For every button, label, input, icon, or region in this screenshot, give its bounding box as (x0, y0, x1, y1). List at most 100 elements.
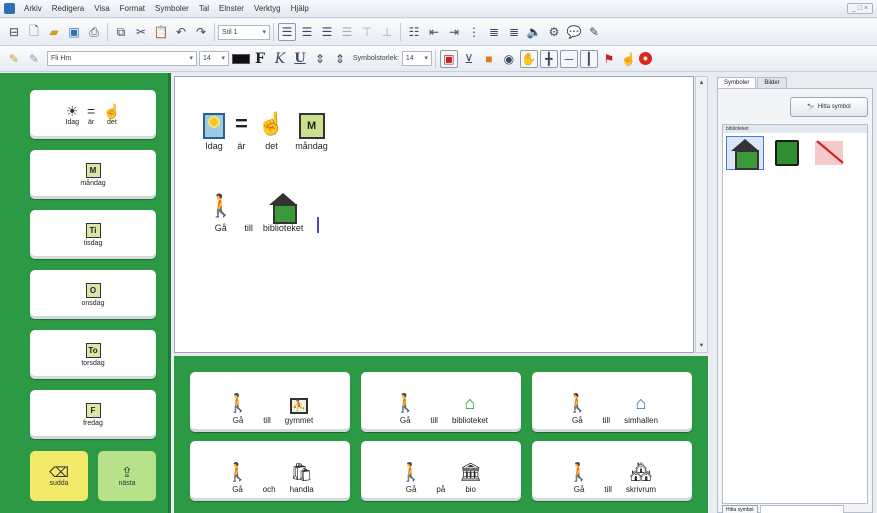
menu-redigera[interactable]: Redigera (47, 4, 89, 13)
editor-word-idag[interactable]: Idag (203, 105, 225, 151)
align-top-icon[interactable]: ⊤ (358, 23, 376, 41)
text-above-icon[interactable]: ≣ (505, 23, 523, 41)
frame-icon[interactable]: ▣ (439, 49, 458, 68)
pencil-icon[interactable]: ✎ (25, 50, 43, 68)
open-folder-icon[interactable]: ▰ (45, 23, 63, 41)
editor-word-mandag[interactable]: M måndag (295, 105, 328, 151)
menu-symboler[interactable]: Symboler (150, 4, 194, 13)
italic-button[interactable]: K (271, 50, 289, 68)
hand-icon[interactable]: ✋ (519, 49, 538, 68)
symbol-search-input[interactable] (759, 505, 844, 513)
phrase-word: ⛹ gymmet (285, 390, 313, 425)
menu-verktyg[interactable]: Verktyg (249, 4, 286, 13)
align-center-icon[interactable]: ☰ (298, 23, 316, 41)
underline-button[interactable]: U (291, 50, 309, 68)
save-icon[interactable]: ▣ (65, 23, 83, 41)
editor-word-biblioteket[interactable]: biblioteket (263, 187, 303, 233)
toggle-symbol-icon[interactable]: ◉ (500, 50, 518, 68)
grid-icon[interactable]: ╋ (539, 49, 558, 68)
color-symbols-icon[interactable]: ■ (480, 50, 498, 68)
window-controls[interactable]: _ □ × (847, 3, 873, 14)
phrase-word-text: Gå (405, 485, 417, 494)
redo-icon[interactable]: ↷ (192, 23, 210, 41)
style-combo[interactable]: Stil 1 ▾ (218, 24, 270, 40)
phrase-card-bio[interactable]: 🚶 Gå på 🏛 bio (361, 441, 521, 501)
card-idag-ar-det[interactable]: ☀ Idag = är ☝ det (30, 90, 156, 139)
card-torsdag[interactable]: To torsdag (30, 330, 156, 379)
phrase-card-biblioteket[interactable]: 🚶 Gå till ⌂ biblioteket (361, 372, 521, 432)
menu-visa[interactable]: Visa (89, 4, 114, 13)
bullet-list-icon[interactable]: ☷ (405, 23, 423, 41)
speech-bubble-icon[interactable]: 💬 (565, 23, 583, 41)
text-color-swatch[interactable] (232, 53, 250, 64)
shopping-icon: 🛍 (290, 462, 314, 482)
phrase-card-skrivrum[interactable]: 🚶 Gå till 🏘 skrivrum (532, 441, 692, 501)
flag-icon[interactable]: ⚑ (600, 50, 618, 68)
erase-button[interactable]: ⌫ sudda (30, 451, 88, 501)
align-left-icon[interactable]: ☰ (278, 23, 296, 41)
menu-fonster[interactable]: Elnster (214, 4, 249, 13)
gear-icon[interactable]: ⚙ (545, 23, 563, 41)
align-bottom-icon[interactable]: ⊥ (378, 23, 396, 41)
phrase-card-simhallen[interactable]: 🚶 Gå till ⌂ simhallen (532, 372, 692, 432)
phrase-word: och (263, 459, 276, 494)
tab-symboler[interactable]: Symboler (717, 77, 757, 88)
symbol-option-none[interactable] (810, 136, 848, 170)
phrase-word-text: på (436, 485, 446, 494)
friday-icon: F (85, 402, 101, 418)
menu-hjalp[interactable]: Hjälp (286, 4, 314, 13)
menu-arkiv[interactable]: Arkiv (19, 4, 47, 13)
symbol-size-small-icon[interactable]: ⇕ (331, 50, 349, 68)
editor-word-till[interactable]: till (244, 187, 253, 233)
font-family-combo[interactable]: Fli Hm ▾ (47, 51, 197, 66)
phrase-word: 🚶 Gå (227, 390, 249, 425)
editor-word-det[interactable]: ☝ det (258, 105, 285, 151)
editor-scrollbar[interactable]: ▲ ▼ (695, 76, 708, 353)
line-icon[interactable]: ─ (559, 49, 578, 68)
menu-tal[interactable]: Tal (194, 4, 214, 13)
editor-word-text: Idag (205, 141, 223, 151)
outdent-icon[interactable]: ⇤ (425, 23, 443, 41)
card-tisdag[interactable]: Ti tisdag (30, 210, 156, 259)
tab-bilder[interactable]: Bilder (757, 77, 787, 88)
phrase-card-handla[interactable]: 🚶 Gå och 🛍 handla (190, 441, 350, 501)
indent-icon[interactable]: ⇥ (445, 23, 463, 41)
sign-language-icon[interactable]: ☝ (620, 50, 638, 68)
menu-format[interactable]: Format (115, 4, 150, 13)
phrase-card-gymmet[interactable]: 🚶 Gå till ⛹ gymmet (190, 372, 350, 432)
undo-icon[interactable]: ↶ (172, 23, 190, 41)
scroll-up-icon[interactable]: ▲ (696, 77, 707, 89)
print-icon[interactable]: ⎙ (85, 23, 103, 41)
footer-find-button[interactable]: Hitta symbol (722, 505, 758, 513)
document-editor[interactable]: Idag = är ☝ det M måndag 🚶 Gå till bibli… (174, 76, 694, 353)
symbol-option-library[interactable] (726, 136, 764, 170)
card-fredag[interactable]: F fredag (30, 390, 156, 439)
symbol-size-combo[interactable]: 14 ▾ (401, 51, 432, 66)
editor-word-ga[interactable]: 🚶 Gå (207, 187, 234, 233)
pen-icon[interactable]: ✎ (585, 23, 603, 41)
speaker-icon[interactable]: 🔈 (525, 23, 543, 41)
find-symbol-button[interactable]: 🔭 Hitta symbol (790, 97, 868, 117)
text-below-icon[interactable]: ≣ (485, 23, 503, 41)
font-size-combo[interactable]: 14 ▾ (199, 51, 229, 66)
layout-icon[interactable]: ⊟ (5, 23, 23, 41)
card-mandag[interactable]: M måndag (30, 150, 156, 199)
scroll-down-icon[interactable]: ▼ (696, 340, 707, 352)
text-position-icon[interactable]: ⊻ (460, 50, 478, 68)
align-right-icon[interactable]: ☰ (318, 23, 336, 41)
numbered-list-icon[interactable]: ⋮ (465, 23, 483, 41)
bold-button[interactable]: F (251, 50, 269, 68)
symbol-option-book[interactable] (768, 136, 806, 170)
symbol-size-icon[interactable]: ⇕ (311, 50, 329, 68)
marker-icon[interactable]: ✎ (5, 50, 23, 68)
next-button[interactable]: ⇪ nästa (98, 451, 156, 501)
copy-icon[interactable]: ⧉ (112, 23, 130, 41)
card-onsdag[interactable]: O onsdag (30, 270, 156, 319)
stop-icon[interactable]: ● (638, 52, 652, 65)
column-icon[interactable]: ┃ (579, 49, 598, 68)
justify-icon[interactable]: ☰ (338, 23, 356, 41)
editor-word-ar[interactable]: = är (235, 105, 248, 151)
new-document-icon[interactable]: 🗋 (25, 23, 43, 41)
paste-icon[interactable]: 📋 (152, 23, 170, 41)
cut-icon[interactable]: ✂ (132, 23, 150, 41)
